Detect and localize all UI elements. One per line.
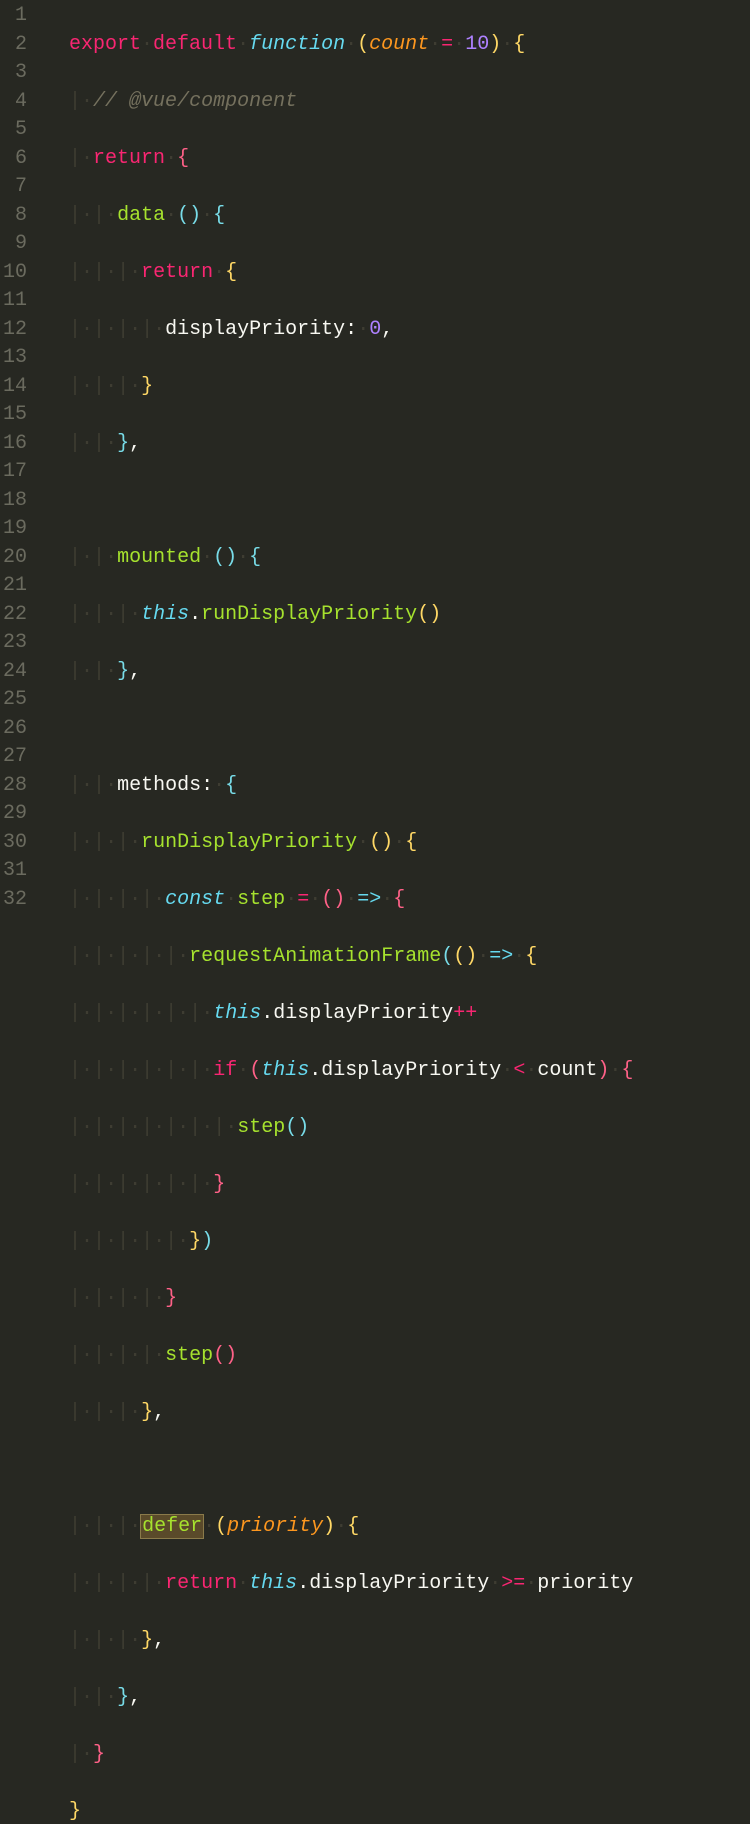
line-number: 18: [0, 487, 27, 516]
code-line[interactable]: export·default·function·(count·=·10)·{: [45, 31, 750, 60]
code-editor[interactable]: 1 2 3 4 5 6 7 8 9 10 11 12 13 14 15 16 1…: [0, 0, 750, 1824]
line-number: 28: [0, 772, 27, 801]
line-number: 32: [0, 886, 27, 915]
line-number: 27: [0, 743, 27, 772]
line-number: 30: [0, 829, 27, 858]
line-number: 22: [0, 601, 27, 630]
line-number: 25: [0, 686, 27, 715]
line-number: 29: [0, 800, 27, 829]
code-line[interactable]: |·|·|·runDisplayPriority·()·{: [45, 829, 750, 858]
code-line[interactable]: |·|·|·|·|·requestAnimationFrame(()·=>·{: [45, 943, 750, 972]
line-number: 13: [0, 344, 27, 373]
code-line[interactable]: |·return·{: [45, 145, 750, 174]
line-number: 16: [0, 430, 27, 459]
code-line[interactable]: |·|·},: [45, 658, 750, 687]
line-number: 4: [0, 88, 27, 117]
code-line[interactable]: |·|·|·|·displayPriority:·0,: [45, 316, 750, 345]
line-number: 9: [0, 230, 27, 259]
code-line[interactable]: [45, 487, 750, 516]
line-number: 15: [0, 401, 27, 430]
search-highlight: defer: [140, 1514, 204, 1539]
code-line[interactable]: |·|·|·|·step(): [45, 1342, 750, 1371]
line-number: 21: [0, 572, 27, 601]
code-line[interactable]: |·|·|·},: [45, 1399, 750, 1428]
line-number: 23: [0, 629, 27, 658]
line-number: 14: [0, 373, 27, 402]
line-number: 7: [0, 173, 27, 202]
line-number: 1: [0, 2, 27, 31]
line-number: 3: [0, 59, 27, 88]
code-line[interactable]: |·|·mounted·()·{: [45, 544, 750, 573]
code-line[interactable]: |·|·|·defer·(priority)·{: [45, 1513, 750, 1542]
code-line[interactable]: |·|·},: [45, 430, 750, 459]
line-number: 26: [0, 715, 27, 744]
line-number: 12: [0, 316, 27, 345]
code-line[interactable]: |·|·|·}: [45, 373, 750, 402]
code-line[interactable]: |·|·|·return·{: [45, 259, 750, 288]
code-line[interactable]: |·|·|·|·|·|·|·step(): [45, 1114, 750, 1143]
code-line[interactable]: }: [45, 1798, 750, 1824]
line-number: 31: [0, 857, 27, 886]
code-line[interactable]: |·}: [45, 1741, 750, 1770]
code-line[interactable]: |·|·|·},: [45, 1627, 750, 1656]
line-number: 17: [0, 458, 27, 487]
code-line[interactable]: [45, 1456, 750, 1485]
code-line[interactable]: |·|·|·|·return·this.displayPriority·>=·p…: [45, 1570, 750, 1599]
line-number: 20: [0, 544, 27, 573]
line-number: 10: [0, 259, 27, 288]
code-line[interactable]: |·|·data·()·{: [45, 202, 750, 231]
line-number: 11: [0, 287, 27, 316]
line-number: 19: [0, 515, 27, 544]
code-line[interactable]: |·|·|·|·}: [45, 1285, 750, 1314]
code-line[interactable]: |·|·|·|·|·|·}: [45, 1171, 750, 1200]
code-line[interactable]: [45, 715, 750, 744]
code-line[interactable]: |·|·|·this.runDisplayPriority(): [45, 601, 750, 630]
line-number: 24: [0, 658, 27, 687]
code-line[interactable]: |·|·|·|·|·|·if·(this.displayPriority·<·c…: [45, 1057, 750, 1086]
code-line[interactable]: |·// @vue/component: [45, 88, 750, 117]
code-line[interactable]: |·|·methods:·{: [45, 772, 750, 801]
code-area[interactable]: export·default·function·(count·=·10)·{ |…: [45, 2, 750, 1824]
line-number: 8: [0, 202, 27, 231]
line-number: 2: [0, 31, 27, 60]
code-line[interactable]: |·|·|·|·|·}): [45, 1228, 750, 1257]
code-line[interactable]: |·|·},: [45, 1684, 750, 1713]
code-line[interactable]: |·|·|·|·const·step·=·()·=>·{: [45, 886, 750, 915]
code-line[interactable]: |·|·|·|·|·|·this.displayPriority++: [45, 1000, 750, 1029]
line-number: 5: [0, 116, 27, 145]
line-number: 6: [0, 145, 27, 174]
line-number-gutter: 1 2 3 4 5 6 7 8 9 10 11 12 13 14 15 16 1…: [0, 2, 45, 1824]
